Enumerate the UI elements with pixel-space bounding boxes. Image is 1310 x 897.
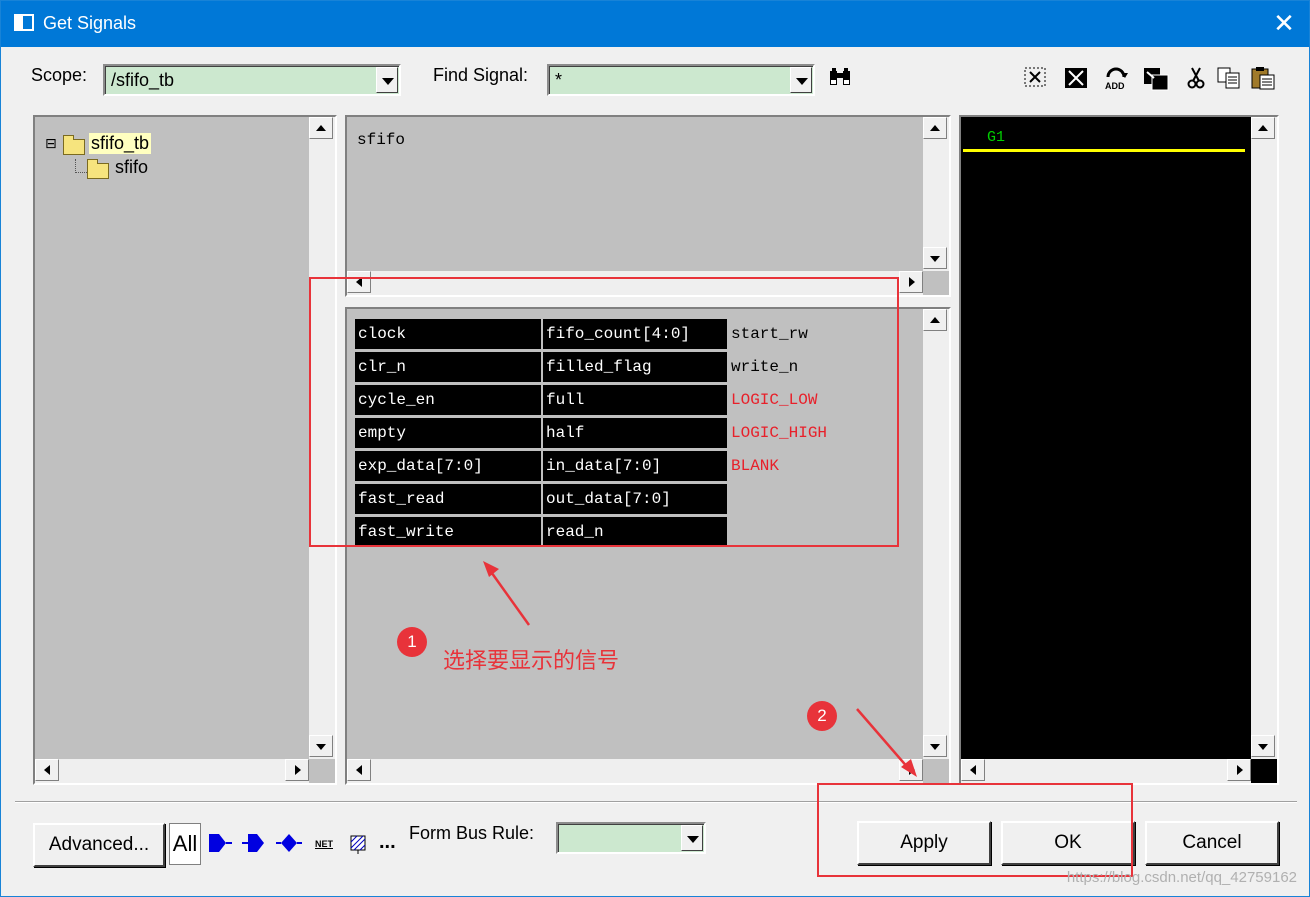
- svg-text:ADD: ADD: [1105, 81, 1125, 91]
- annotation-arrow-1: [483, 561, 531, 626]
- form-bus-rule-label: Form Bus Rule:: [409, 823, 535, 843]
- tree-collapse-icon[interactable]: ⊟: [45, 135, 57, 152]
- scroll-up-button[interactable]: [923, 117, 947, 139]
- scroll-down-button[interactable]: [923, 735, 947, 757]
- hierarchy-tree-panel: ⊟ sfifo_tb sfifo: [33, 115, 337, 785]
- scroll-left-button[interactable]: [961, 759, 985, 781]
- tree-item-child[interactable]: sfifo: [115, 157, 148, 178]
- group-name[interactable]: G1: [987, 129, 1005, 146]
- group-vertical-scrollbar[interactable]: [1251, 117, 1277, 759]
- scope-list-item[interactable]: sfifo: [357, 131, 405, 149]
- signal-list-vertical-scrollbar[interactable]: [923, 309, 949, 759]
- tree-connector: [75, 159, 87, 173]
- binoculars-icon[interactable]: [827, 67, 853, 93]
- watermark: https://blog.csdn.net/qq_42759162: [1066, 869, 1297, 886]
- filter-net-icon[interactable]: NET: [311, 831, 337, 857]
- advanced-button[interactable]: Advanced...: [33, 823, 165, 867]
- deselect-all-icon[interactable]: [1022, 67, 1048, 93]
- title-bar: Get Signals ✕: [1, 1, 1309, 47]
- scope-value: /sfifo_tb: [111, 70, 175, 90]
- find-signal-combobox[interactable]: *: [547, 64, 815, 96]
- scroll-up-button[interactable]: [923, 309, 947, 331]
- group-panel: G1: [959, 115, 1279, 785]
- find-signal-value: *: [555, 70, 563, 90]
- group-horizontal-scrollbar[interactable]: [961, 759, 1251, 783]
- folder-icon: [87, 159, 109, 179]
- filter-register-icon[interactable]: [346, 833, 372, 859]
- scope-combobox[interactable]: /sfifo_tb: [103, 64, 401, 96]
- form-bus-rule-combobox[interactable]: [556, 822, 706, 854]
- scroll-left-button[interactable]: [35, 759, 59, 781]
- copy-icon[interactable]: [1216, 67, 1242, 93]
- replace-icon[interactable]: [1143, 67, 1169, 93]
- window-icon: [14, 14, 34, 31]
- scroll-down-button[interactable]: [309, 735, 333, 757]
- scroll-down-button[interactable]: [923, 247, 947, 269]
- annotation-box-signals: [309, 277, 899, 547]
- more-icon[interactable]: ...: [379, 831, 396, 854]
- add-icon[interactable]: ADD: [1103, 65, 1129, 91]
- window-title: Get Signals: [43, 13, 137, 33]
- scroll-right-button[interactable]: [1227, 759, 1251, 781]
- cancel-button[interactable]: Cancel: [1145, 821, 1279, 865]
- scope-dropdown-button[interactable]: [376, 67, 398, 93]
- cut-icon[interactable]: [1183, 67, 1209, 93]
- paste-icon[interactable]: [1250, 66, 1276, 92]
- annotation-number-1: 1: [397, 627, 427, 657]
- scope-list-panel: sfifo: [345, 115, 951, 297]
- signal-list-horizontal-scrollbar[interactable]: [347, 759, 923, 783]
- filter-all-toggle[interactable]: All: [169, 823, 201, 865]
- scroll-left-button[interactable]: [347, 759, 371, 781]
- folder-icon: [63, 135, 85, 155]
- annotation-arrow-2: [856, 708, 917, 777]
- filter-input-icon[interactable]: [207, 831, 233, 857]
- get-signals-dialog: Get Signals ✕ Scope: /sfifo_tb Find Sign…: [0, 0, 1310, 897]
- close-icon[interactable]: ✕: [1269, 9, 1299, 39]
- annotation-number-2: 2: [807, 701, 837, 731]
- find-signal-dropdown-button[interactable]: [790, 67, 812, 93]
- scope-list-vertical-scrollbar[interactable]: [923, 117, 949, 271]
- filter-inout-icon[interactable]: [275, 831, 302, 857]
- find-signal-label: Find Signal:: [433, 65, 529, 85]
- scope-label: Scope:: [31, 65, 88, 85]
- scroll-down-button[interactable]: [1251, 735, 1275, 757]
- scroll-up-button[interactable]: [1251, 117, 1275, 139]
- tree-item-root[interactable]: sfifo_tb: [89, 133, 152, 154]
- filter-output-icon[interactable]: [241, 831, 267, 857]
- group-highlight-line: [963, 149, 1245, 152]
- annotation-box-buttons: [817, 783, 1133, 877]
- tree-horizontal-scrollbar[interactable]: [35, 759, 309, 783]
- select-all-icon[interactable]: [1063, 67, 1089, 93]
- scroll-up-button[interactable]: [309, 117, 333, 139]
- annotation-text-1: 选择要显示的信号: [443, 648, 620, 673]
- scroll-right-button[interactable]: [285, 759, 309, 781]
- form-bus-rule-dropdown-button[interactable]: [681, 825, 703, 851]
- scroll-right-button[interactable]: [899, 271, 923, 293]
